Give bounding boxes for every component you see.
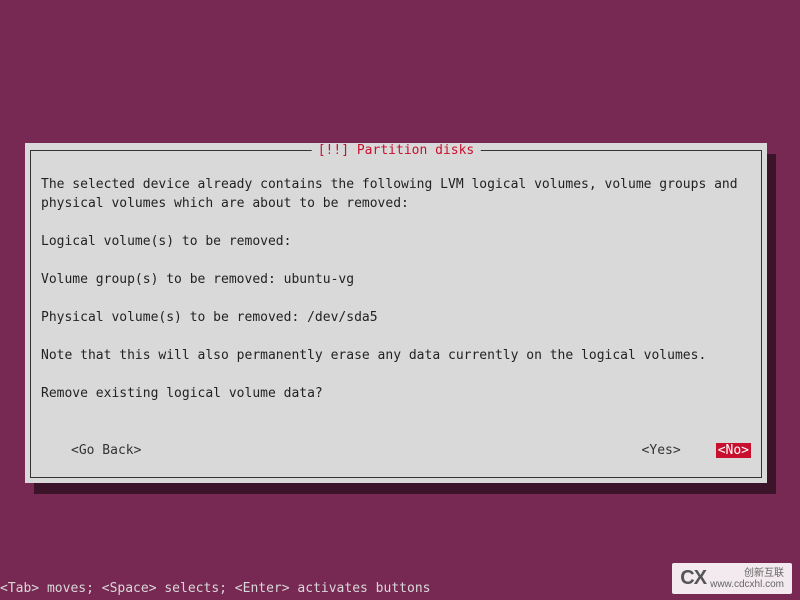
dialog-border: [!!] Partition disks The selected device… [30,150,762,478]
watermark-line1: 创新互联 [744,568,784,579]
watermark-line2: www.cdcxhl.com [710,579,784,590]
confirm-question: Remove existing logical volume data? [41,384,751,403]
no-button[interactable]: <No> [716,443,751,458]
yes-button[interactable]: <Yes> [642,443,681,458]
physical-volumes-line: Physical volume(s) to be removed: /dev/s… [41,308,751,327]
dialog-body: The selected device already contains the… [41,175,751,422]
dialog-button-row: <Go Back> <Yes> <No> [41,443,751,458]
dialog-title-text: [!!] Partition disks [318,143,475,158]
volume-groups-line: Volume group(s) to be removed: ubuntu-vg [41,270,751,289]
partition-disks-dialog: [!!] Partition disks The selected device… [25,143,767,483]
watermark: CX 创新互联 www.cdcxhl.com [672,563,792,594]
dialog-title: [!!] Partition disks [312,143,481,158]
go-back-button[interactable]: <Go Back> [71,443,141,458]
erase-note: Note that this will also permanently era… [41,346,751,365]
watermark-text: 创新互联 www.cdcxhl.com [710,568,784,590]
dialog-intro: The selected device already contains the… [41,175,751,213]
logical-volumes-line: Logical volume(s) to be removed: [41,232,751,251]
watermark-logo: CX [680,567,706,590]
navigation-hint: <Tab> moves; <Space> selects; <Enter> ac… [0,581,430,596]
